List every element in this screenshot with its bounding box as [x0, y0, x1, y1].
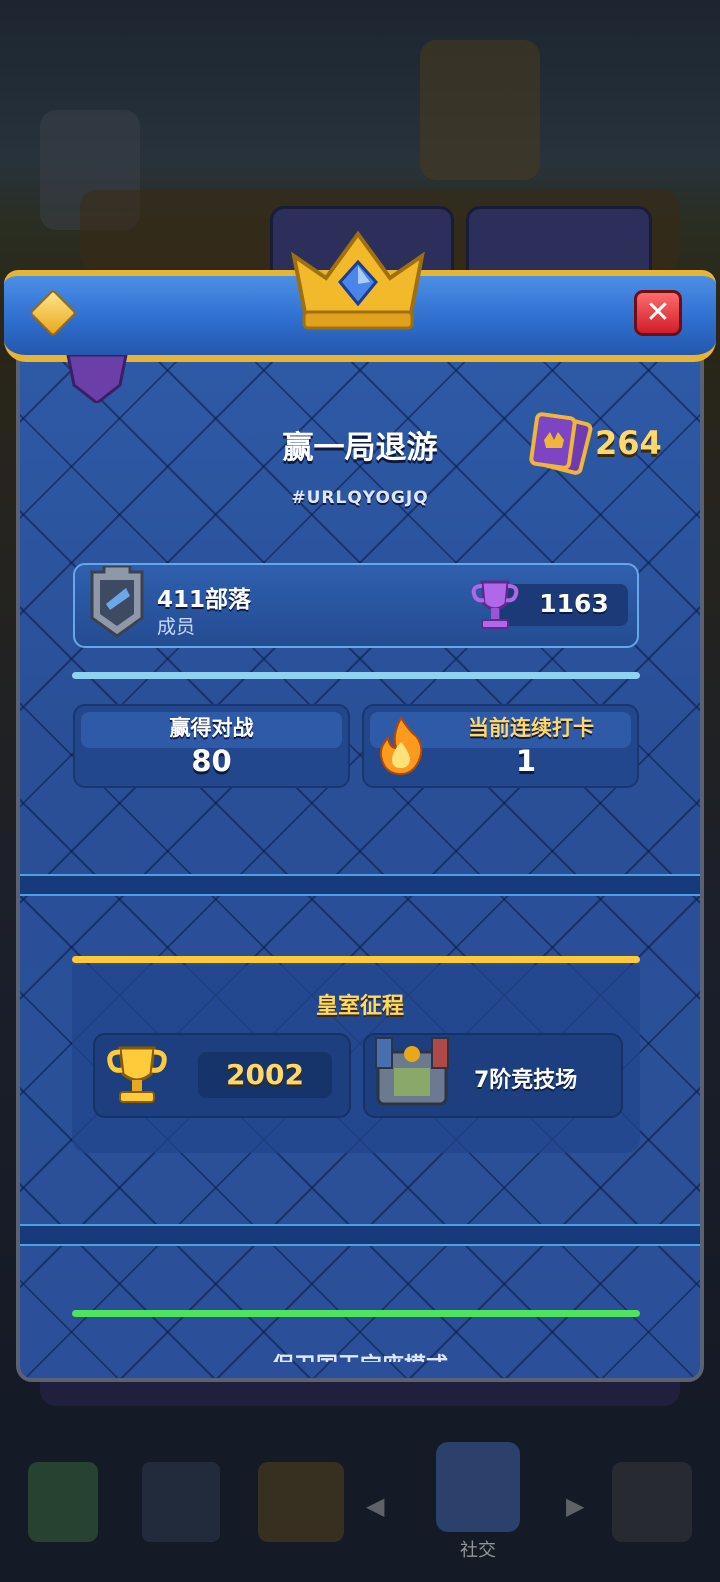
section-bar-cyan — [72, 672, 640, 679]
wins-label: 赢得对战 — [169, 716, 254, 740]
social-tab-label: 社交 — [460, 1540, 496, 1561]
clan-badge-icon — [90, 566, 144, 638]
league-badge-icon — [66, 355, 128, 403]
streak-label: 当前连续打卡 — [468, 716, 594, 740]
section-divider — [20, 874, 700, 896]
section-bar-gold — [72, 956, 640, 963]
background-deco — [420, 40, 540, 180]
player-tag[interactable]: #URLQYOGJQ — [200, 488, 520, 508]
cards-count: 264 — [595, 424, 662, 462]
cards-icon — [529, 412, 593, 475]
clan-role: 成员 — [157, 616, 196, 638]
next-section-title: 保卫国王宝座模式 — [200, 1348, 520, 1362]
events-tab-icon[interactable] — [612, 1462, 692, 1542]
cards-tab-icon[interactable] — [142, 1462, 220, 1542]
trophy-value: 1163 — [539, 589, 609, 618]
close-button[interactable]: ✕ — [634, 290, 682, 336]
section-divider — [20, 1224, 700, 1246]
arena-name: 7阶竞技场 — [474, 1068, 578, 1093]
flame-icon — [379, 716, 423, 776]
bottom-nav: ◀ ▶ — [0, 1440, 720, 1582]
clan-name: 411部落 — [157, 587, 252, 613]
close-icon: ✕ — [645, 295, 671, 330]
player-name: 赢一局退游 — [282, 430, 438, 466]
streak-value: 1 — [515, 744, 537, 778]
chevron-left-icon[interactable]: ◀ — [366, 1492, 384, 1520]
path-title: 皇室征程 — [315, 994, 404, 1019]
battle-tab-icon[interactable] — [258, 1462, 344, 1542]
wins-value: 80 — [191, 744, 232, 778]
path-trophy-value: 2002 — [226, 1058, 304, 1091]
chevron-right-icon[interactable]: ▶ — [566, 1492, 584, 1520]
arena-icon — [375, 1037, 449, 1106]
shop-icon[interactable] — [28, 1462, 98, 1542]
social-tab-icon[interactable] — [436, 1442, 520, 1532]
section-bar-green — [72, 1310, 640, 1317]
trophy-icon — [471, 580, 519, 629]
gold-trophy-icon — [107, 1046, 167, 1103]
crown-icon — [291, 230, 425, 330]
